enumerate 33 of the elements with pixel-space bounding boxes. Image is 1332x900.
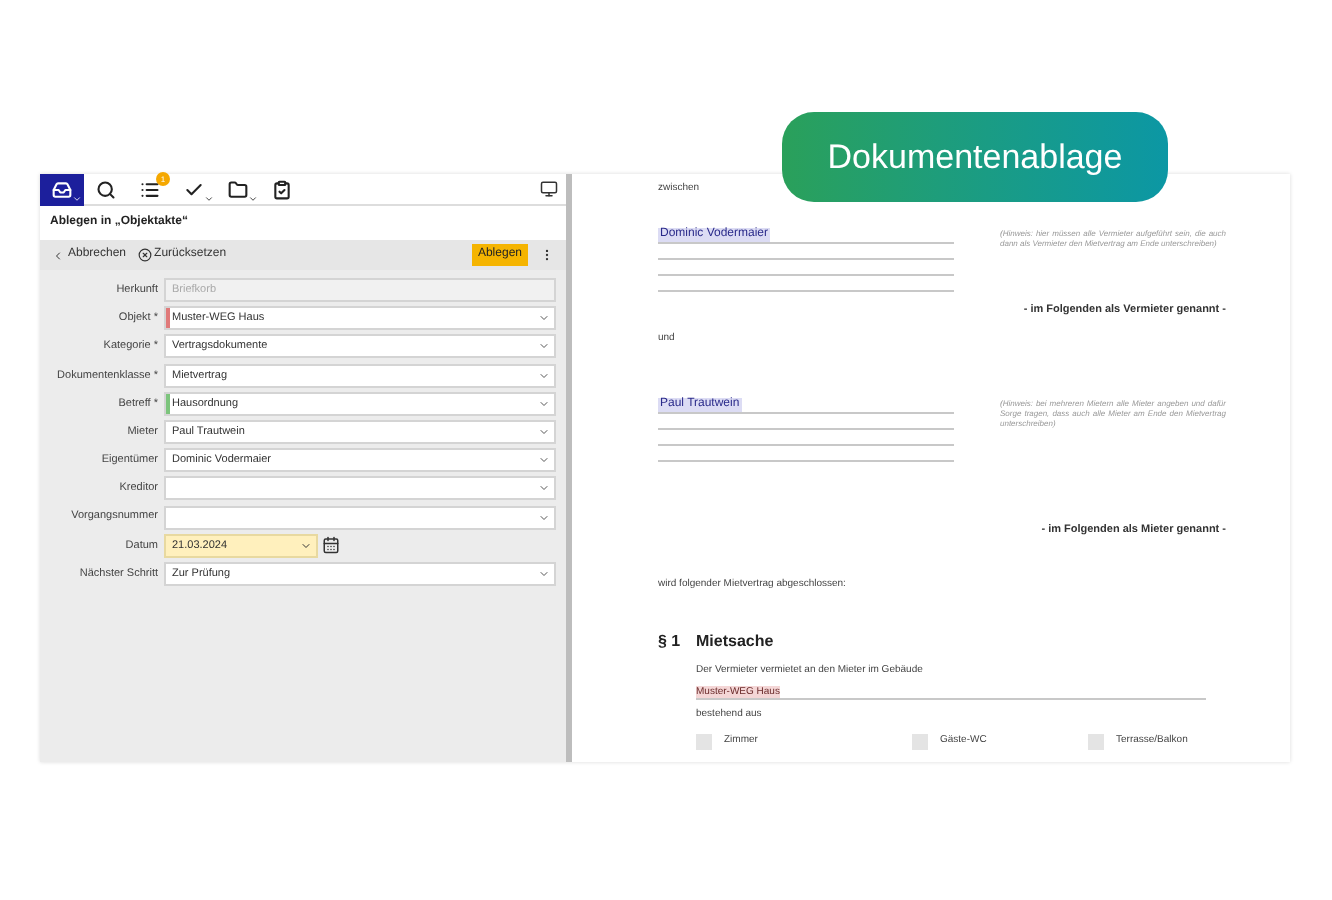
search-icon (96, 179, 116, 199)
section-title: Mietsache (696, 630, 774, 654)
caret-icon (248, 193, 258, 203)
inbox-icon (52, 179, 72, 199)
chevron-icon (538, 369, 550, 382)
chevron-icon (538, 511, 550, 524)
clipboard-icon (272, 179, 292, 199)
chevron-icon (538, 454, 550, 467)
chevron-icon (538, 482, 550, 495)
more-icon[interactable] (540, 248, 554, 262)
checkbox[interactable] (1088, 734, 1104, 750)
badge-label: Dokumentenablage (782, 112, 1168, 202)
reset-icon (138, 248, 153, 262)
chevron-icon (300, 539, 312, 552)
select-field[interactable] (164, 505, 556, 530)
select-field[interactable] (164, 476, 556, 501)
calendar-icon[interactable] (322, 536, 340, 555)
list-icon (140, 179, 160, 199)
monitor-icon[interactable] (540, 180, 558, 198)
checkbox[interactable] (696, 734, 712, 750)
folder-icon (228, 179, 248, 199)
chevron-icon (538, 426, 550, 439)
chevron-icon (538, 567, 550, 580)
caret-icon (204, 193, 214, 203)
checkmark-icon (184, 179, 204, 199)
caret-icon (72, 193, 82, 203)
toolbar-button[interactable] (40, 173, 84, 205)
checkbox[interactable] (912, 734, 928, 750)
section-number: § 1 (658, 630, 683, 654)
chevron-icon (538, 340, 550, 353)
chevron-icon (538, 397, 550, 410)
chevron-icon (538, 312, 550, 325)
back-icon (52, 249, 64, 261)
